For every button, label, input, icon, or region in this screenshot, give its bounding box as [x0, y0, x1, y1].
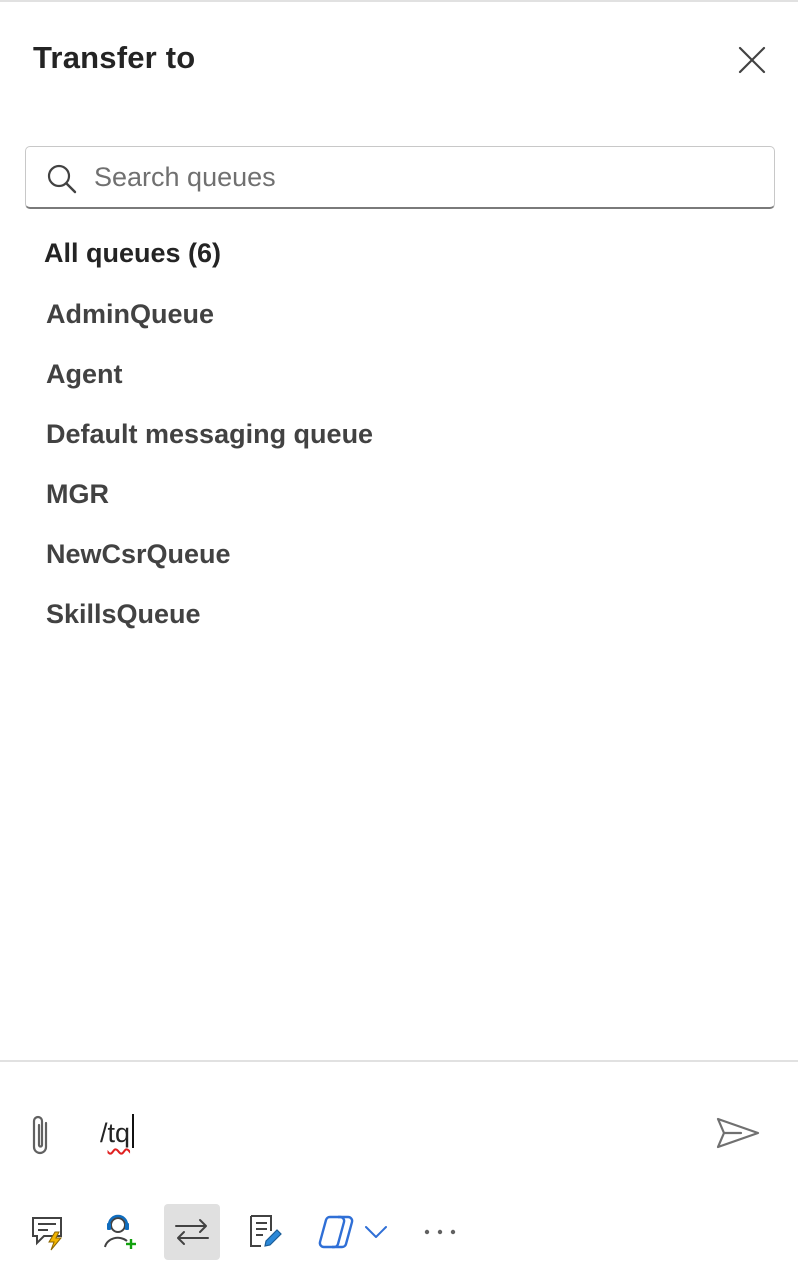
search-box[interactable]: [25, 146, 775, 209]
send-button[interactable]: [712, 1110, 764, 1156]
transfer-button[interactable]: [164, 1204, 220, 1260]
attach-button[interactable]: [18, 1108, 62, 1162]
queue-item-default-messaging-queue[interactable]: Default messaging queue: [46, 414, 373, 474]
misspelled-word: tq: [107, 1118, 131, 1148]
paperclip-icon: [32, 1115, 48, 1155]
copilot-button[interactable]: [308, 1204, 364, 1260]
search-input[interactable]: [94, 155, 754, 199]
notes-icon: [250, 1215, 282, 1247]
more-options-button[interactable]: [412, 1204, 468, 1260]
close-button[interactable]: [730, 38, 774, 82]
message-text-prefix: /: [100, 1118, 108, 1148]
quick-replies-icon: [32, 1217, 63, 1251]
consult-agent-button[interactable]: [92, 1204, 148, 1260]
copilot-menu-button[interactable]: [358, 1204, 394, 1260]
send-icon: [716, 1117, 760, 1149]
queue-item-agent[interactable]: Agent: [46, 354, 373, 414]
transfer-icon: [175, 1219, 209, 1245]
queue-item-skillsqueue[interactable]: SkillsQueue: [46, 594, 373, 654]
message-input[interactable]: /tq: [100, 1114, 135, 1149]
all-queues-heading: All queues (6): [44, 238, 222, 268]
queue-item-mgr[interactable]: MGR: [46, 474, 373, 534]
transfer-panel: Transfer to All queues (6) AdminQueue Ag…: [0, 0, 798, 1270]
consult-agent-icon: [104, 1214, 136, 1249]
text-caret: [132, 1114, 135, 1148]
queue-list: AdminQueue Agent Default messaging queue…: [46, 294, 373, 654]
copilot-icon: [318, 1215, 354, 1249]
panel-header: Transfer to: [0, 2, 798, 122]
queue-item-adminqueue[interactable]: AdminQueue: [46, 294, 373, 354]
panel-title: Transfer to: [33, 40, 196, 75]
more-icon: [424, 1229, 456, 1235]
chevron-down-icon: [365, 1226, 387, 1238]
close-icon: [738, 46, 766, 74]
queue-item-newcsrqueue[interactable]: NewCsrQueue: [46, 534, 373, 594]
quick-replies-button[interactable]: [20, 1204, 76, 1260]
search-icon: [47, 164, 77, 194]
composer-toolbar: [20, 1204, 780, 1262]
notes-button[interactable]: [236, 1204, 292, 1260]
message-composer: /tq: [0, 1062, 798, 1270]
